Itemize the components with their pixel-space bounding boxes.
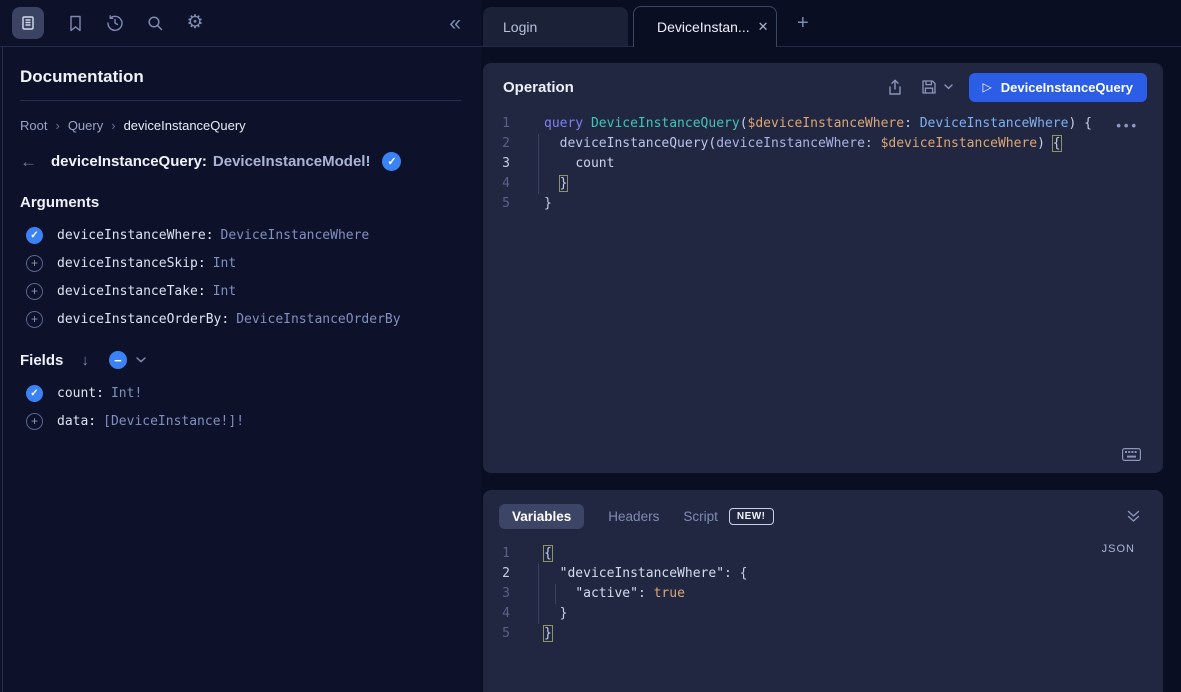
chevron-down-icon[interactable] [136, 357, 146, 363]
variables-panel: Variables Headers Script NEW! JSON 1{2 "… [483, 490, 1163, 692]
line-number: 3 [483, 584, 510, 604]
argument-type[interactable]: DeviceInstanceWhere [221, 228, 370, 243]
run-operation-button[interactable]: ▷ DeviceInstanceQuery [969, 73, 1147, 102]
argument-name: deviceInstanceOrderBy: [57, 312, 229, 327]
code-line: 5} [483, 624, 1163, 644]
argument-type[interactable]: DeviceInstanceOrderBy [236, 312, 400, 327]
code-line: 2 "deviceInstanceWhere": { [483, 564, 1163, 584]
documentation-panel: ⚙ « Documentation Root › Query › deviceI… [0, 0, 481, 692]
code-line: 1query DeviceInstanceQuery($deviceInstan… [483, 114, 1163, 134]
code-line: 1{ [483, 544, 1163, 564]
code-line: 5} [483, 194, 1163, 214]
tab-headers[interactable]: Headers [608, 509, 659, 524]
line-number: 4 [483, 604, 510, 624]
breadcrumb-current: deviceInstanceQuery [124, 118, 246, 133]
argument-row: + deviceInstanceTake: Int [20, 281, 461, 301]
breadcrumb: Root › Query › deviceInstanceQuery [20, 118, 461, 133]
line-number: 4 [483, 174, 510, 194]
code-line: 2 deviceInstanceQuery(deviceInstanceWher… [483, 134, 1163, 154]
tab-label: Login [503, 19, 537, 35]
argument-selected-icon[interactable]: ✓ [26, 227, 43, 244]
variables-editor[interactable]: 1{2 "deviceInstanceWhere": {3 "active": … [483, 544, 1163, 644]
field-header: ← deviceInstanceQuery: DeviceInstanceMod… [20, 150, 461, 172]
run-label: DeviceInstanceQuery [1001, 80, 1133, 95]
arguments-heading: Arguments [20, 194, 461, 211]
divider [20, 100, 461, 101]
field-row: ✓ count: Int! [20, 383, 461, 403]
more-menu-icon[interactable]: ••• [1116, 118, 1139, 133]
field-selected-icon[interactable]: ✓ [26, 385, 43, 402]
settings-gear-icon[interactable]: ⚙ [186, 14, 204, 32]
tab-variables[interactable]: Variables [499, 504, 584, 529]
close-tab-icon[interactable]: ✕ [758, 19, 769, 35]
sidebar-icon-bar: ⚙ « [0, 0, 481, 47]
fields-heading: Fields [20, 352, 63, 369]
code-line: 4 } [483, 174, 1163, 194]
line-number: 2 [483, 134, 510, 154]
history-icon[interactable] [106, 14, 124, 32]
sort-down-icon[interactable]: ↓ [81, 352, 89, 369]
field-type[interactable]: [DeviceInstance!]! [103, 414, 244, 429]
tab-label: DeviceInstan... [657, 19, 750, 35]
argument-name: deviceInstanceWhere: [57, 228, 214, 243]
argument-add-icon[interactable]: + [26, 311, 43, 328]
back-arrow-icon[interactable]: ← [20, 153, 37, 170]
keyboard-shortcuts-icon[interactable] [1122, 448, 1141, 461]
breadcrumb-separator-icon: › [47, 118, 67, 133]
line-number: 1 [483, 544, 510, 564]
line-number: 1 [483, 114, 510, 134]
breadcrumb-root[interactable]: Root [20, 118, 47, 133]
bookmark-icon[interactable] [66, 14, 84, 32]
line-number: 5 [483, 194, 510, 214]
tab-login[interactable]: Login [483, 7, 628, 46]
field-name: count: [57, 386, 104, 401]
bottom-tab-bar: Variables Headers Script NEW! [483, 490, 1163, 530]
breadcrumb-query[interactable]: Query [68, 118, 103, 133]
play-icon: ▷ [983, 81, 992, 93]
line-number: 2 [483, 564, 510, 584]
operation-panel: Operation ▷ DeviceInstanceQuery 1query D… [483, 63, 1163, 473]
field-name: data: [57, 414, 96, 429]
argument-row: + deviceInstanceSkip: Int [20, 253, 461, 273]
field-row: + data: [DeviceInstance!]! [20, 411, 461, 431]
code-line: 4 } [483, 604, 1163, 624]
search-icon[interactable] [146, 14, 164, 32]
argument-name: deviceInstanceTake: [57, 284, 206, 299]
line-number: 5 [483, 624, 510, 644]
operation-header: Operation ▷ DeviceInstanceQuery [483, 63, 1163, 102]
selected-check-icon: ✓ [382, 152, 401, 171]
argument-name: deviceInstanceSkip: [57, 256, 206, 271]
argument-add-icon[interactable]: + [26, 255, 43, 272]
new-tab-icon[interactable]: + [797, 13, 809, 33]
operation-title: Operation [503, 79, 574, 96]
breadcrumb-separator-icon: › [103, 118, 123, 133]
argument-type[interactable]: Int [213, 284, 236, 299]
new-badge: NEW! [729, 508, 774, 525]
panel-title: Documentation [20, 67, 461, 87]
deselect-all-icon[interactable]: − [109, 351, 127, 369]
line-number: 3 [483, 154, 510, 174]
field-add-icon[interactable]: + [26, 413, 43, 430]
fields-heading-row: Fields ↓ − [20, 351, 461, 369]
collapse-panel-icon[interactable] [1126, 509, 1141, 523]
argument-type[interactable]: Int [213, 256, 236, 271]
save-icon[interactable] [921, 79, 953, 95]
code-line: 3 count [483, 154, 1163, 174]
field-type[interactable]: Int! [111, 386, 142, 401]
tab-device-instance-query[interactable]: DeviceInstan... ✕ [633, 6, 777, 47]
argument-row: + deviceInstanceOrderBy: DeviceInstanceO… [20, 309, 461, 329]
argument-row: ✓ deviceInstanceWhere: DeviceInstanceWhe… [20, 225, 461, 245]
documentation-icon[interactable] [12, 7, 44, 39]
tab-bar: Login DeviceInstan... ✕ + [481, 0, 1181, 47]
save-menu-chevron-icon[interactable] [944, 84, 953, 90]
field-name: deviceInstanceQuery: [51, 153, 207, 170]
collapse-sidebar-icon[interactable]: « [449, 13, 465, 34]
share-icon[interactable] [887, 79, 903, 96]
query-editor[interactable]: 1query DeviceInstanceQuery($deviceInstan… [483, 114, 1163, 214]
argument-add-icon[interactable]: + [26, 283, 43, 300]
code-line: 3 "active": true [483, 584, 1163, 604]
tab-script[interactable]: Script [683, 509, 718, 524]
field-return-type[interactable]: DeviceInstanceModel! [213, 153, 371, 170]
